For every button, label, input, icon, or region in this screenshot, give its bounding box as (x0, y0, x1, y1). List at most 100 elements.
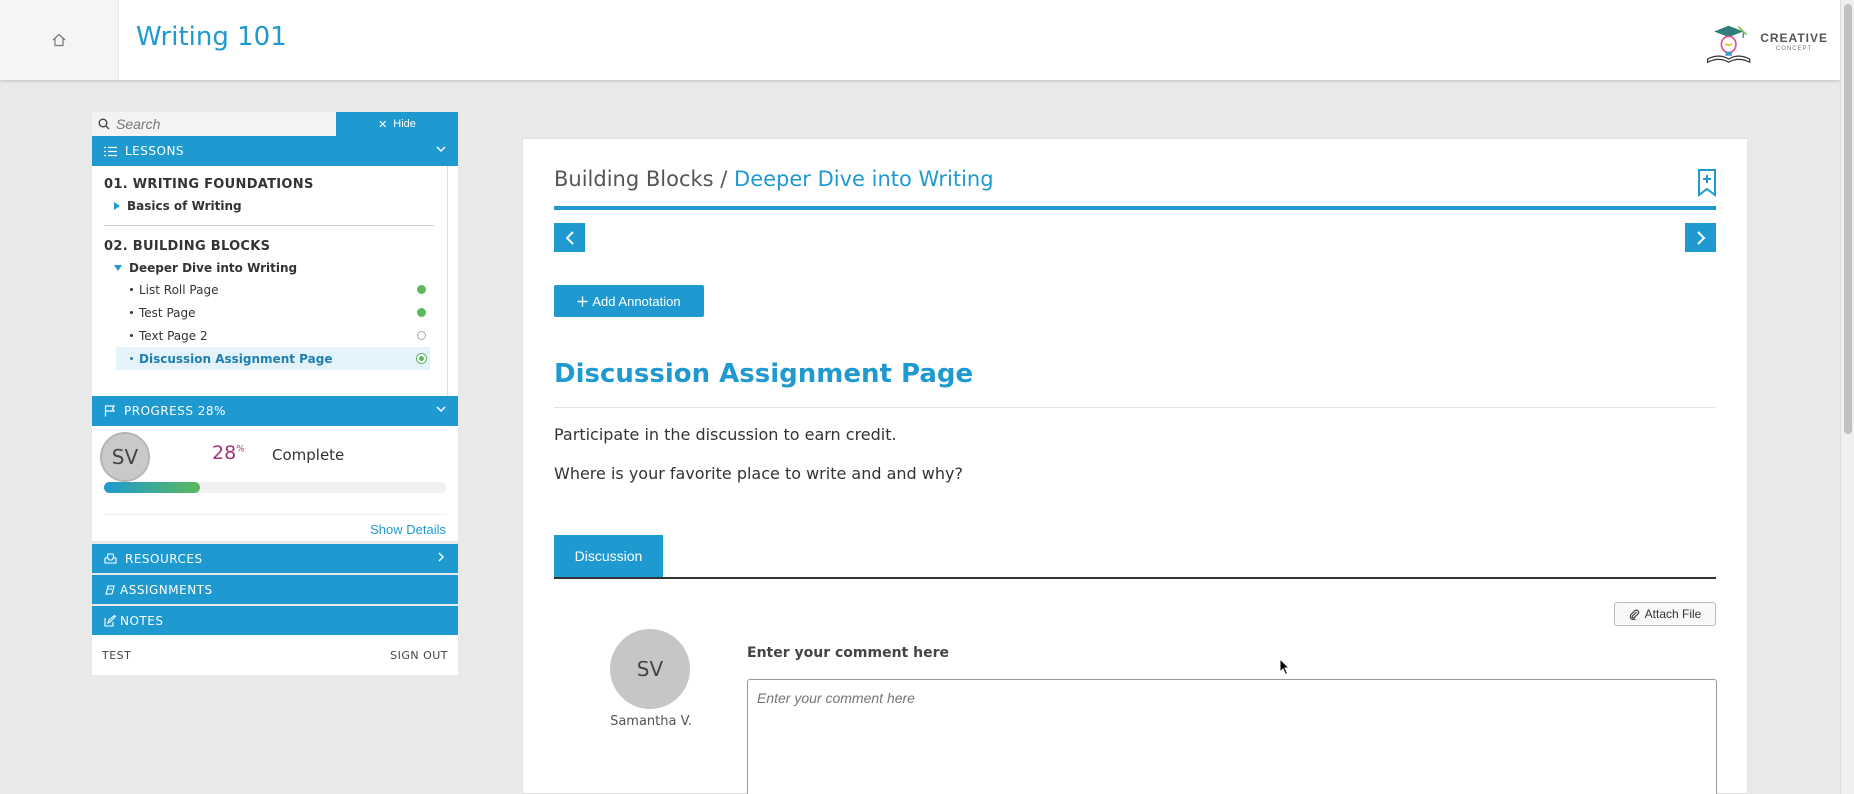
breadcrumb-parent[interactable]: Building Blocks / (554, 167, 727, 191)
search-input[interactable] (116, 116, 326, 132)
chevron-left-icon (565, 230, 574, 245)
lessons-scrollbar[interactable] (447, 166, 448, 396)
lessons-panel: 01. WRITING FOUNDATIONS Basics of Writin… (92, 166, 458, 396)
brand-logo: CREATIVE CONCEPT (1706, 12, 1828, 72)
content-card: Building Blocks / Deeper Dive into Writi… (522, 138, 1748, 794)
sidebar: ✕ Hide LESSONS 01. WRITING FOUNDATIONS B… (92, 112, 458, 675)
assignments-section-header[interactable]: ASSIGNMENTS (92, 575, 458, 604)
next-page-button[interactable] (1685, 223, 1716, 252)
attach-file-button[interactable]: Attach File (1614, 602, 1716, 626)
inbox-icon (104, 553, 117, 564)
search-icon (98, 118, 110, 130)
caret-right-icon (114, 202, 120, 210)
lesson-label: Deeper Dive into Writing (129, 261, 298, 275)
status-incomplete-icon (417, 331, 426, 340)
header-divider (554, 206, 1716, 210)
complete-label: Complete (272, 446, 345, 464)
list-icon (104, 146, 117, 156)
caret-down-icon (114, 265, 122, 271)
logo-icon (1707, 25, 1751, 64)
progress-percent: 28% (212, 442, 245, 464)
sign-out-link[interactable]: SIGN OUT (390, 649, 448, 662)
breadcrumb: Building Blocks / Deeper Dive into Writi… (554, 167, 994, 191)
sidebar-search-row: ✕ Hide (92, 112, 458, 136)
lesson-item-basics-of-writing[interactable]: Basics of Writing (92, 196, 458, 216)
page-item-text-page-2[interactable]: Text Page 2 (92, 324, 430, 347)
logo-text-sub: CONCEPT (1775, 46, 1813, 52)
page-label: Text Page 2 (139, 328, 208, 343)
status-complete-icon (417, 285, 426, 294)
page-title: Discussion Assignment Page (554, 359, 974, 389)
lessons-section-header[interactable]: LESSONS (92, 136, 458, 166)
chevron-down-icon (436, 406, 446, 412)
unit-title: 01. WRITING FOUNDATIONS (104, 177, 314, 192)
bullet (130, 334, 133, 337)
home-button[interactable] (0, 0, 119, 80)
attach-file-label: Attach File (1644, 607, 1702, 621)
bullet (130, 288, 133, 291)
status-complete-icon (417, 308, 426, 317)
progress-bar (104, 482, 446, 493)
page-item-list-roll[interactable]: List Roll Page (92, 278, 430, 301)
app-title: Writing 101 (136, 22, 287, 52)
add-annotation-label: Add Annotation (592, 293, 681, 309)
progress-panel: SV 28% Complete Show Details (92, 426, 458, 542)
instruction-text: Participate in the discussion to earn cr… (554, 425, 897, 444)
user-test-link[interactable]: TEST (102, 649, 131, 662)
page-item-discussion-assignment[interactable]: Discussion Assignment Page (116, 347, 430, 370)
notes-label: NOTES (120, 613, 164, 628)
hide-sidebar-button[interactable]: ✕ Hide (336, 112, 458, 136)
lessons-label: LESSONS (125, 144, 185, 158)
flag-icon (104, 405, 116, 417)
tab-divider (554, 577, 1716, 579)
question-text: Where is your favorite place to write an… (554, 464, 963, 483)
home-icon (52, 33, 66, 47)
bullet (130, 357, 133, 360)
chevron-right-icon (1696, 230, 1705, 245)
bullet (130, 311, 133, 314)
previous-page-button[interactable] (554, 223, 585, 252)
add-annotation-button[interactable]: Add Annotation (554, 285, 704, 317)
resources-label: RESOURCES (125, 551, 203, 566)
search-box (92, 112, 336, 136)
page-label: List Roll Page (139, 282, 219, 297)
status-current-icon (417, 354, 426, 363)
top-header: Writing 101 CREATIVE CONCEPT (0, 0, 1840, 80)
progress-section-header[interactable]: PROGRESS 28% (92, 396, 458, 426)
page-label: Test Page (139, 305, 196, 320)
tab-discussion[interactable]: Discussion (554, 535, 663, 577)
lesson-item-deeper-dive[interactable]: Deeper Dive into Writing (92, 258, 458, 278)
progress-percent-value: 28 (212, 442, 237, 464)
chevron-down-icon (436, 146, 446, 152)
avatar: SV (610, 629, 690, 709)
hide-label: Hide (393, 118, 416, 130)
lesson-label: Basics of Writing (127, 199, 242, 213)
plus-icon (577, 296, 588, 306)
notes-section-header[interactable]: NOTES (92, 606, 458, 635)
percent-sign: % (236, 444, 245, 455)
close-icon: ✕ (378, 118, 388, 131)
page-scrollbar-thumb[interactable] (1844, 4, 1852, 434)
progress-label: PROGRESS 28% (124, 404, 226, 418)
assignments-label: ASSIGNMENTS (120, 582, 213, 597)
chevron-right-icon (438, 552, 444, 562)
comment-textarea[interactable] (747, 679, 1717, 794)
resources-section-header[interactable]: RESOURCES (92, 544, 458, 573)
sidebar-footer: TEST SIGN OUT (92, 635, 458, 675)
edit-icon (104, 614, 116, 627)
avatar: SV (100, 432, 150, 482)
unit-divider (104, 225, 434, 226)
unit-title: 02. BUILDING BLOCKS (104, 239, 271, 254)
page-item-test-page[interactable]: Test Page (92, 301, 430, 324)
mouse-cursor-icon (1279, 658, 1291, 676)
breadcrumb-current: Deeper Dive into Writing (734, 167, 994, 191)
page-scrollbar[interactable] (1840, 0, 1854, 794)
title-divider (554, 407, 1716, 408)
divider (104, 514, 446, 515)
logo-text-main: CREATIVE (1760, 31, 1828, 45)
page-label: Discussion Assignment Page (139, 351, 333, 366)
bookmark-add-icon[interactable] (1697, 169, 1717, 197)
assignment-icon (105, 584, 115, 595)
progress-bar-fill (104, 482, 200, 493)
show-details-link[interactable]: Show Details (370, 522, 446, 537)
